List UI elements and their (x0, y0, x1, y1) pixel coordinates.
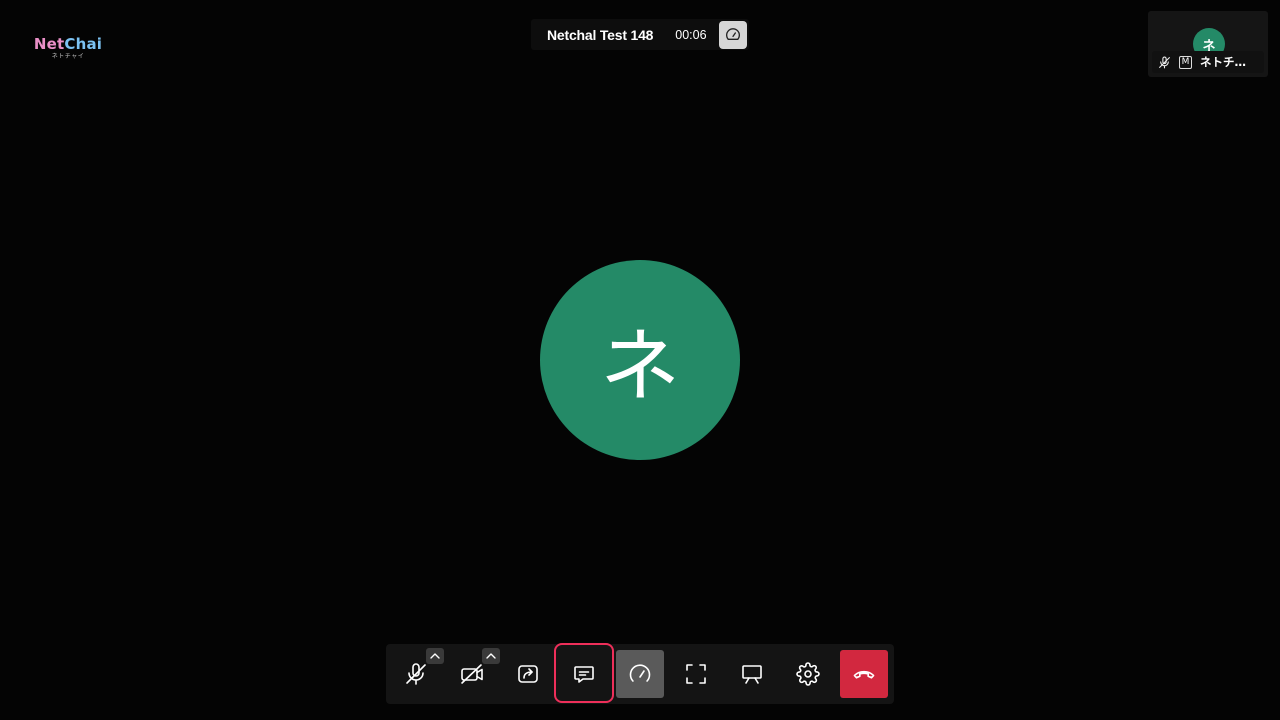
logo-text-net: Net (33, 35, 65, 53)
meeting-info-bar: Netchal Test 148 00:06 (531, 19, 749, 50)
chevron-up-icon (486, 653, 496, 659)
camera-off-icon (461, 664, 483, 684)
mic-off-icon (1159, 56, 1170, 68)
logo-text-chai: Chai (64, 35, 103, 53)
whiteboard-button[interactable] (728, 650, 776, 698)
speedometer-icon (725, 27, 740, 40)
app-logo: NetChai ネトチャイ (31, 36, 105, 61)
hang-up-icon (853, 670, 875, 679)
fullscreen-button[interactable] (672, 650, 720, 698)
call-timer: 00:06 (675, 27, 707, 42)
performance-stats-button[interactable] (616, 650, 664, 698)
self-view-status-bar: M ネトチ… (1152, 51, 1264, 73)
share-icon (518, 665, 538, 683)
logo-wordmark: NetChai (31, 36, 105, 53)
speedometer-icon (629, 664, 651, 682)
participant-avatar: ネ (540, 260, 740, 460)
self-display-name: ネトチ… (1200, 55, 1246, 69)
settings-button[interactable] (784, 650, 832, 698)
connection-stats-button[interactable] (718, 20, 747, 49)
chat-button-highlight (554, 643, 614, 703)
self-view-tile[interactable]: ネ M ネトチ… (1148, 11, 1268, 77)
presentation-icon (742, 665, 762, 684)
chevron-up-icon (430, 653, 440, 659)
share-screen-button[interactable] (504, 650, 552, 698)
moderator-badge: M (1179, 55, 1192, 69)
fullscreen-icon (686, 664, 706, 684)
gear-icon (796, 662, 820, 686)
call-toolbar (386, 644, 894, 704)
camera-options-caret[interactable] (482, 648, 500, 664)
leave-call-button[interactable] (840, 650, 888, 698)
mic-off-icon (406, 663, 426, 685)
meeting-title: Netchal Test 148 (547, 26, 654, 43)
logo-subtitle: ネトチャイ (51, 53, 85, 60)
mic-options-caret[interactable] (426, 648, 444, 664)
